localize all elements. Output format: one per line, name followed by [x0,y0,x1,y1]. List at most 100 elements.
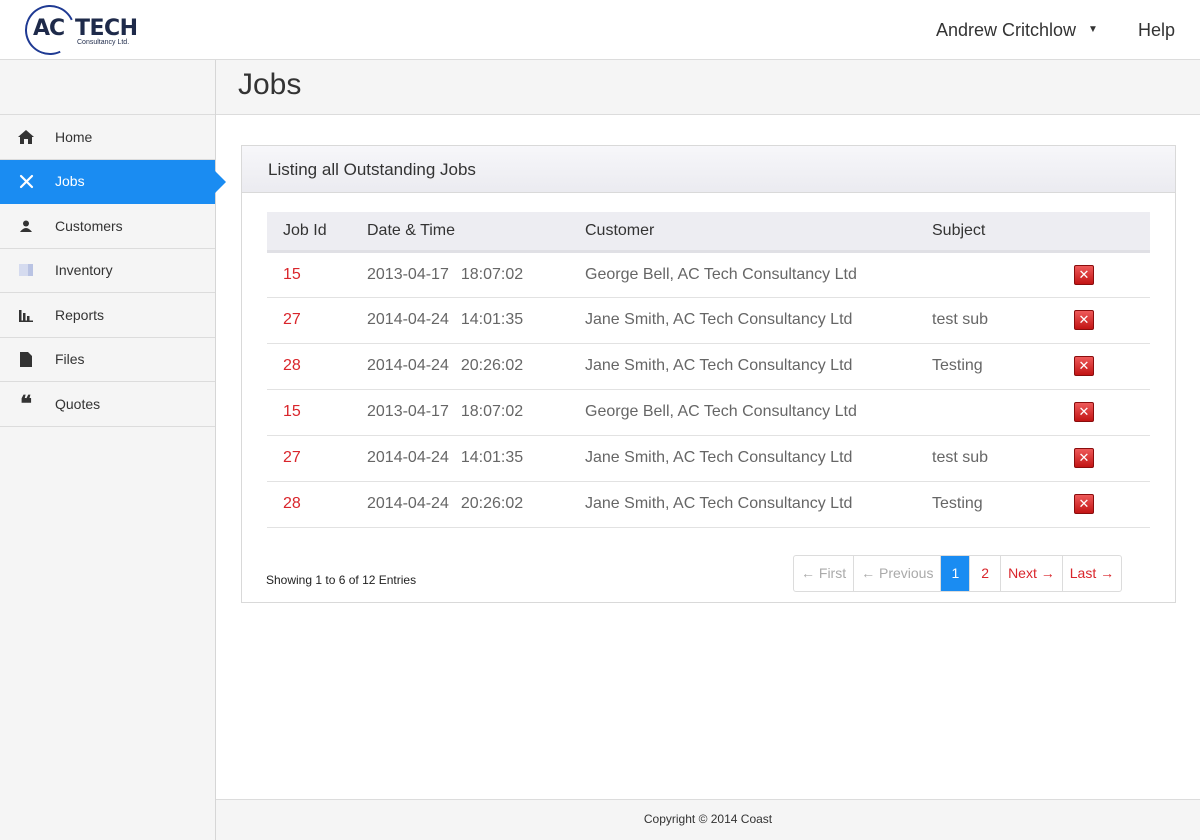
job-id-link[interactable]: 15 [267,389,367,436]
pagination: ← First ← Previous 1 2 Next → Last → [793,555,1123,592]
date-value: 2013-04-17 [367,403,449,420]
table-row[interactable]: 15 2013-04-17 18:07:02 George Bell, AC Te… [267,251,1150,298]
column-header-customer[interactable]: Customer [585,212,932,253]
logo-subtitle: Consultancy Ltd. [77,39,130,46]
date-time-cell: 2014-04-24 14:01:35 [367,435,585,482]
sidebar-item-label: Home [55,128,93,145]
column-header-subject[interactable]: Subject [932,212,1074,253]
sidebar-item-label: Inventory [55,262,113,279]
pagination-next-button[interactable]: Next → [1001,556,1063,591]
home-icon [18,129,34,145]
logo-text-ac: AC [33,16,65,41]
delete-cell: ✕ [1074,297,1150,344]
job-id-link[interactable]: 27 [267,297,367,344]
sidebar-item-label: Customers [55,217,123,234]
job-id-link[interactable]: 28 [267,481,367,528]
sidebar-item-home[interactable]: Home [0,115,215,160]
job-id-link[interactable]: 28 [267,343,367,390]
quote-icon: ❝ [20,390,32,417]
caret-down-icon: ▼ [1088,23,1098,35]
footer: Copyright © 2014 Coast [216,799,1200,840]
delete-cell: ✕ [1074,389,1150,436]
sidebar-item-quotes[interactable]: ❝ Quotes [0,382,215,427]
delete-cell: ✕ [1074,251,1150,298]
delete-icon[interactable]: ✕ [1074,402,1094,422]
pagination-last-button[interactable]: Last → [1063,556,1121,591]
delete-icon[interactable]: ✕ [1074,264,1094,285]
sidebar-item-reports[interactable]: Reports [0,293,215,338]
subject-cell [932,251,1074,298]
date-value: 2014-04-24 [367,311,449,328]
customer-cell: Jane Smith, AC Tech Consultancy Ltd [585,343,932,390]
user-menu[interactable]: Andrew Critchlow ▼ [936,20,1098,41]
subject-cell: test sub [932,297,1074,344]
date-time-cell: 2014-04-24 20:26:02 [367,481,585,528]
column-header-job-id[interactable]: Job Id [267,212,367,253]
time-value: 20:26:02 [460,495,524,512]
tools-icon [18,173,34,189]
table-row[interactable]: 15 2013-04-17 18:07:02 George Bell, AC Te… [267,389,1150,436]
sidebar-item-label: Quotes [55,395,101,412]
sidebar-item-jobs[interactable]: Jobs [0,159,226,204]
customer-cell: Jane Smith, AC Tech Consultancy Ltd [585,297,932,344]
file-icon [18,351,34,367]
top-bar: AC TECH Consultancy Ltd. Andrew Critchlo… [0,0,1200,63]
table-header-row: Job Id Date & Time Customer Subject [267,212,1150,253]
subject-cell: Testing [932,343,1074,390]
subject-cell [932,389,1074,436]
sidebar-item-customers[interactable]: Customers [0,204,215,249]
date-value: 2013-04-17 [367,265,449,283]
page-title-bar: Jobs [216,60,1200,115]
subject-cell: Testing [932,481,1074,528]
date-value: 2014-04-24 [367,495,449,512]
sidebar-item-files[interactable]: Files [0,338,215,382]
sidebar-spacer [0,60,215,115]
delete-icon[interactable]: ✕ [1074,448,1094,468]
table-row[interactable]: 27 2014-04-24 14:01:35 Jane Smith, AC Tec… [267,297,1150,344]
column-header-date-time[interactable]: Date & Time [367,212,585,253]
table-row[interactable]: 27 2014-04-24 14:01:35 Jane Smith, AC Tec… [267,435,1150,482]
panel-heading: Listing all Outstanding Jobs [242,146,1175,193]
help-link[interactable]: Help [1138,20,1175,41]
sidebar: Home Jobs Customers Inventory Reports Fi… [0,60,226,840]
job-id-link[interactable]: 15 [267,251,367,298]
ac-tech-logo[interactable]: AC TECH Consultancy Ltd. [17,0,145,63]
time-value: 20:26:02 [460,357,524,374]
date-time-cell: 2014-04-24 20:26:02 [367,343,585,390]
sidebar-item-label: Jobs [55,173,85,190]
user-name: Andrew Critchlow [936,20,1077,40]
delete-icon[interactable]: ✕ [1074,310,1094,330]
sidebar-item-inventory[interactable]: Inventory [0,249,215,293]
delete-icon[interactable]: ✕ [1074,494,1094,514]
column-header-actions [1074,212,1150,253]
sidebar-item-label: Reports [55,306,105,323]
delete-cell: ✕ [1074,343,1150,390]
date-time-cell: 2014-04-24 14:01:35 [367,297,585,344]
pagination-page-2[interactable]: 2 [970,556,1002,591]
sidebar-item-label: Files [55,351,85,368]
date-time-cell: 2013-04-17 18:07:02 [367,389,585,436]
page-title: Jobs [238,68,302,101]
delete-cell: ✕ [1074,435,1150,482]
date-value: 2014-04-24 [367,449,449,466]
jobs-panel: Listing all Outstanding Jobs Job Id Date… [241,145,1176,603]
pagination-first-button[interactable]: ← First [794,556,855,591]
time-value: 14:01:35 [460,311,524,328]
pagination-page-1[interactable]: 1 [941,556,971,591]
date-time-cell: 2013-04-17 18:07:02 [367,251,585,298]
entries-summary: Showing 1 to 6 of 12 Entries [266,573,417,587]
box-icon [18,262,34,278]
delete-icon[interactable]: ✕ [1074,356,1094,376]
copyright-text: Copyright © 2014 Coast [643,812,773,826]
table-row[interactable]: 28 2014-04-24 20:26:02 Jane Smith, AC Tec… [267,343,1150,390]
time-value: 14:01:35 [460,449,524,466]
job-id-link[interactable]: 27 [267,435,367,482]
table-row[interactable]: 28 2014-04-24 20:26:02 Jane Smith, AC Tec… [267,481,1150,528]
pagination-previous-button[interactable]: ← Previous [854,556,942,591]
time-value: 18:07:02 [460,265,524,283]
subject-cell: test sub [932,435,1074,482]
user-icon [18,218,34,234]
customer-cell: Jane Smith, AC Tech Consultancy Ltd [585,481,932,528]
delete-cell: ✕ [1074,481,1150,528]
customer-cell: Jane Smith, AC Tech Consultancy Ltd [585,435,932,482]
